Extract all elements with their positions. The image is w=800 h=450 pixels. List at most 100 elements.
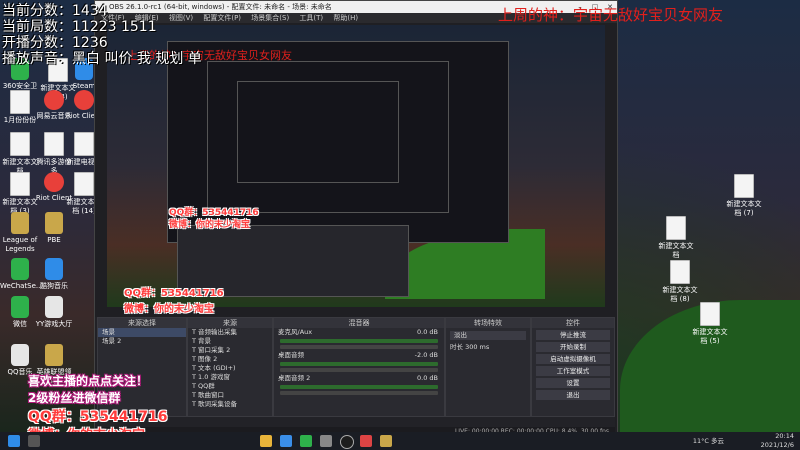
browser-icon[interactable] bbox=[280, 435, 292, 447]
mixer-track[interactable]: 桌面音频 2 0.0 dB bbox=[274, 374, 444, 383]
file-icon bbox=[44, 90, 64, 110]
desktop-icon[interactable]: 新建文本文档 (7) bbox=[724, 174, 764, 218]
source-item[interactable]: T 背景 bbox=[188, 337, 272, 346]
control-button[interactable]: 退出 bbox=[536, 390, 610, 400]
control-button[interactable]: 工作室模式 bbox=[536, 366, 610, 376]
obs-title: OBS 26.1.0-rc1 (64-bit, windows) - 配置文件:… bbox=[109, 3, 332, 11]
source-item[interactable]: T 1.0 游戏窗 bbox=[188, 373, 272, 382]
mixer-track-name: 麦克风/Aux bbox=[278, 328, 313, 336]
desktop-icon[interactable]: PBE bbox=[34, 212, 74, 245]
system-tray[interactable]: 11°C 多云 20:14 2021/12/6 bbox=[693, 432, 794, 450]
overlay-sound: 播放声音：黑白 叫价 我 规划 单 bbox=[2, 51, 202, 67]
red-banner: 上周的神：宇宙无敌好宝贝女网友 bbox=[498, 6, 724, 24]
transition-duration[interactable]: 时长 300 ms bbox=[446, 343, 530, 352]
controls-dock[interactable]: 控件 停止推流开始录制启动虚拟摄像机 工作室模式设置退出 bbox=[531, 317, 615, 417]
mid-weibo: 微博：你的末少淘宝 bbox=[124, 304, 214, 315]
menu-tools[interactable]: 工具(T) bbox=[299, 14, 323, 22]
volume-meter[interactable] bbox=[280, 385, 438, 389]
riot-icon[interactable] bbox=[360, 435, 372, 447]
file-icon bbox=[670, 260, 690, 284]
menu-profile[interactable]: 配置文件(P) bbox=[203, 14, 241, 22]
desktop-icon[interactable]: 新建文本文档 (5) bbox=[690, 302, 730, 346]
file-icon bbox=[45, 212, 63, 234]
file-icon bbox=[44, 132, 64, 156]
volume-slider[interactable] bbox=[280, 368, 438, 372]
desktop-icon-label: YY游戏大厅 bbox=[35, 320, 73, 328]
file-icon bbox=[10, 132, 30, 156]
clock-time: 20:14 bbox=[775, 432, 794, 440]
file-icon bbox=[10, 172, 30, 196]
start-icon[interactable] bbox=[8, 435, 20, 447]
wechat-icon[interactable] bbox=[300, 435, 312, 447]
mixer-dock[interactable]: 混音器 麦克风/Aux 0.0 dB 桌面音频 -2.0 dB 桌面音频 2 0.0 dB bbox=[273, 317, 445, 417]
scene-item[interactable]: 场景 bbox=[98, 328, 186, 337]
mixer-track-name: 桌面音频 2 bbox=[278, 374, 311, 382]
mixer-track-db: -2.0 dB bbox=[414, 351, 438, 359]
file-icon bbox=[11, 296, 29, 318]
file-icon bbox=[44, 172, 64, 192]
lol-icon[interactable] bbox=[380, 435, 392, 447]
obs-taskbar-icon[interactable] bbox=[340, 435, 354, 449]
mixer-track-db: 0.0 dB bbox=[417, 328, 438, 336]
desktop-icon-label: 酷狗音乐 bbox=[40, 282, 68, 290]
source-item[interactable]: T 文本 (GDI+) bbox=[188, 364, 272, 373]
file-icon bbox=[45, 344, 63, 366]
mixer-title: 混音器 bbox=[274, 318, 444, 328]
file-icon bbox=[666, 216, 686, 240]
desktop-icon-label: PBE bbox=[47, 236, 61, 244]
volume-meter[interactable] bbox=[280, 362, 438, 366]
source-item[interactable]: T 音频输出采集 bbox=[188, 328, 272, 337]
desktop-icon[interactable]: 酷狗音乐 bbox=[34, 258, 74, 291]
control-button[interactable]: 开始录制 bbox=[536, 342, 610, 352]
inner-weibo: 微博：你的末少淘宝 bbox=[169, 220, 251, 230]
menu-help[interactable]: 帮助(H) bbox=[333, 14, 358, 22]
transitions-dock[interactable]: 转场特效 淡出 时长 300 ms bbox=[445, 317, 531, 417]
menu-view[interactable]: 视图(V) bbox=[169, 14, 193, 22]
desktop-icon-label: 新建文本文档 bbox=[658, 242, 694, 259]
follow-text: 喜欢主播的点点关注！ bbox=[28, 374, 149, 388]
desktop-icon[interactable]: 新建文本文档 bbox=[656, 216, 696, 260]
mid-qq-group: QQ群：535441716 bbox=[124, 288, 224, 299]
source-item[interactable]: T 窗口采集 2 bbox=[188, 346, 272, 355]
mixer-track-db: 0.0 dB bbox=[417, 374, 438, 382]
sources-dock[interactable]: 来源 T 音频输出采集 T 背景 T 窗口采集 2T 图像 2T 文本 (GDI+)… bbox=[187, 317, 273, 417]
control-button[interactable]: 停止推流 bbox=[536, 330, 610, 340]
source-item[interactable]: T 歌曲窗口 bbox=[188, 391, 272, 400]
qq-group: QQ群：535441716 bbox=[28, 409, 168, 425]
desktop-icon[interactable]: YY游戏大厅 bbox=[34, 296, 74, 329]
file-icon bbox=[11, 344, 29, 366]
scene-item[interactable]: 场景 2 bbox=[98, 337, 186, 346]
mixer-track[interactable]: 桌面音频 -2.0 dB bbox=[274, 351, 444, 360]
volume-meter[interactable] bbox=[280, 339, 438, 343]
mixer-track-name: 桌面音频 bbox=[278, 351, 304, 359]
file-icon bbox=[734, 174, 754, 198]
transition-select[interactable]: 淡出 bbox=[450, 331, 526, 340]
file-icon bbox=[11, 258, 29, 280]
file-icon bbox=[74, 132, 94, 156]
file-icon bbox=[45, 258, 63, 280]
control-button[interactable]: 启动虚拟摄像机 bbox=[536, 354, 610, 364]
desktop-icon[interactable]: 新建文本文档 (8) bbox=[660, 260, 700, 304]
volume-slider[interactable] bbox=[280, 391, 438, 395]
file-icon bbox=[700, 302, 720, 326]
desktop-icon-label: 新建文本文档 (7) bbox=[726, 200, 762, 217]
search-icon[interactable] bbox=[28, 435, 40, 447]
file-icon bbox=[45, 296, 63, 318]
taskbar: 11°C 多云 20:14 2021/12/6 bbox=[0, 432, 800, 450]
control-button[interactable]: 设置 bbox=[536, 378, 610, 388]
app-icon[interactable] bbox=[320, 435, 332, 447]
file-icon bbox=[74, 90, 94, 110]
weather-text: 11°C 多云 bbox=[692, 437, 724, 445]
file-icon bbox=[10, 90, 30, 114]
source-item[interactable]: T 歌词采集设备 bbox=[188, 400, 272, 409]
folder-icon[interactable] bbox=[260, 435, 272, 447]
volume-slider[interactable] bbox=[280, 345, 438, 349]
source-item[interactable]: T QQ群 bbox=[188, 382, 272, 391]
mixer-track[interactable]: 麦克风/Aux 0.0 dB bbox=[274, 328, 444, 337]
file-icon bbox=[74, 172, 94, 196]
sources-title: 来源 bbox=[188, 318, 272, 328]
controls-title: 控件 bbox=[532, 318, 614, 328]
menu-scene-collection[interactable]: 场景集合(S) bbox=[251, 14, 289, 22]
desktop-icon-label: 新建文本文档 (5) bbox=[692, 328, 728, 345]
source-item[interactable]: T 图像 2 bbox=[188, 355, 272, 364]
